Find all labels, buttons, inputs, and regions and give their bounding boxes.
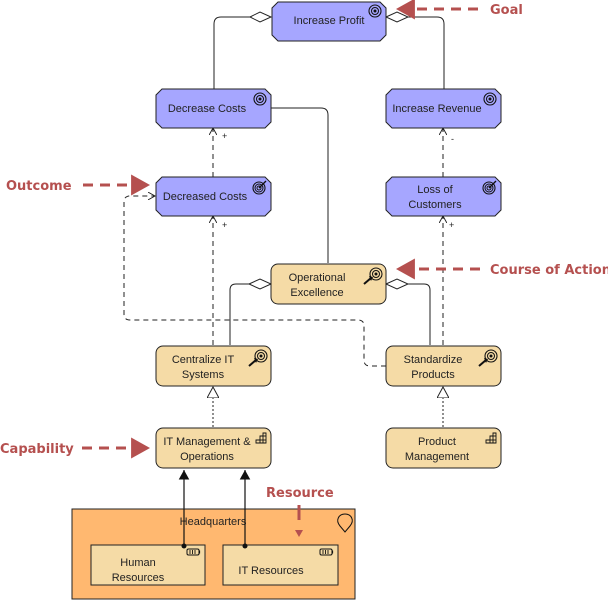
annotation-capability: Capability xyxy=(0,437,150,459)
goal-decrease-costs[interactable]: Decrease Costs xyxy=(155,88,272,129)
annotation-outcome: Outcome xyxy=(6,174,150,196)
influence-label: + xyxy=(449,220,454,230)
node-label: Increase Profit xyxy=(294,15,365,27)
node-label: Human xyxy=(120,557,155,569)
aggregation-diamond-left xyxy=(248,11,273,23)
annotation-label: Resource xyxy=(266,486,334,501)
outcome-decreased-costs[interactable]: Decreased Costs xyxy=(155,176,272,217)
node-label: Management xyxy=(405,451,469,463)
resource-it-resources[interactable]: IT Resources xyxy=(222,544,339,586)
node-label: Headquarters xyxy=(180,516,247,528)
node-label: Excellence xyxy=(290,287,343,299)
node-label: Increase Revenue xyxy=(392,103,481,115)
capability-product-management[interactable]: Product Management xyxy=(385,427,502,469)
goal-increase-profit[interactable]: Increase Profit xyxy=(271,1,387,42)
node-label: Decreased Costs xyxy=(163,191,248,203)
aggregation-profit-revenue[interactable] xyxy=(408,16,445,89)
node-label: Decrease Costs xyxy=(168,103,247,115)
node-label: Products xyxy=(411,369,455,381)
influence-label: - xyxy=(451,134,454,144)
course-operational-excellence[interactable]: Operational Excellence xyxy=(270,263,387,305)
aggregation-diamond xyxy=(384,278,410,290)
aggregation-diamond xyxy=(247,278,273,290)
aggregation-opex-centralize[interactable] xyxy=(229,283,249,345)
node-label: Centralize IT xyxy=(172,354,235,366)
resource-human-resources[interactable]: Human Resources xyxy=(90,544,206,586)
aggregation-diamond-right xyxy=(384,11,410,23)
node-label: Operations xyxy=(180,451,234,463)
annotation-goal: Goal xyxy=(396,0,523,20)
annotation-label: Capability xyxy=(0,442,74,457)
annotation-label: Course of Action xyxy=(490,263,608,278)
node-label: Resources xyxy=(112,572,165,584)
capability-it-management[interactable]: IT Management & Operations xyxy=(155,427,272,469)
node-label: Loss of xyxy=(417,184,453,196)
node-label: IT Resources xyxy=(238,565,304,577)
annotation-label: Goal xyxy=(490,3,523,18)
course-centralize-it-systems[interactable]: Centralize IT Systems xyxy=(155,345,272,387)
archimate-diagram: + - + + Increase Profit Decrease Costs I… xyxy=(0,0,608,600)
node-label: Product xyxy=(418,436,456,448)
annotation-label: Outcome xyxy=(6,179,72,194)
aggregation-opex-standardize[interactable] xyxy=(408,283,431,345)
outcome-loss-of-customers[interactable]: Loss of Customers xyxy=(385,176,502,217)
node-label: IT Management & xyxy=(163,436,251,448)
goal-increase-revenue[interactable]: Increase Revenue xyxy=(385,88,502,129)
node-label: Standardize xyxy=(404,354,463,366)
node-label: Operational xyxy=(289,272,346,284)
association-costs-opex[interactable] xyxy=(271,107,329,263)
influence-label: + xyxy=(222,220,227,230)
aggregation-profit-costs[interactable] xyxy=(213,16,250,89)
node-label: Systems xyxy=(182,369,225,381)
annotation-course-of-action: Course of Action xyxy=(396,258,608,280)
node-label: Customers xyxy=(408,199,462,211)
influence-label: + xyxy=(222,131,227,141)
course-standardize-products[interactable]: Standardize Products xyxy=(385,345,502,387)
